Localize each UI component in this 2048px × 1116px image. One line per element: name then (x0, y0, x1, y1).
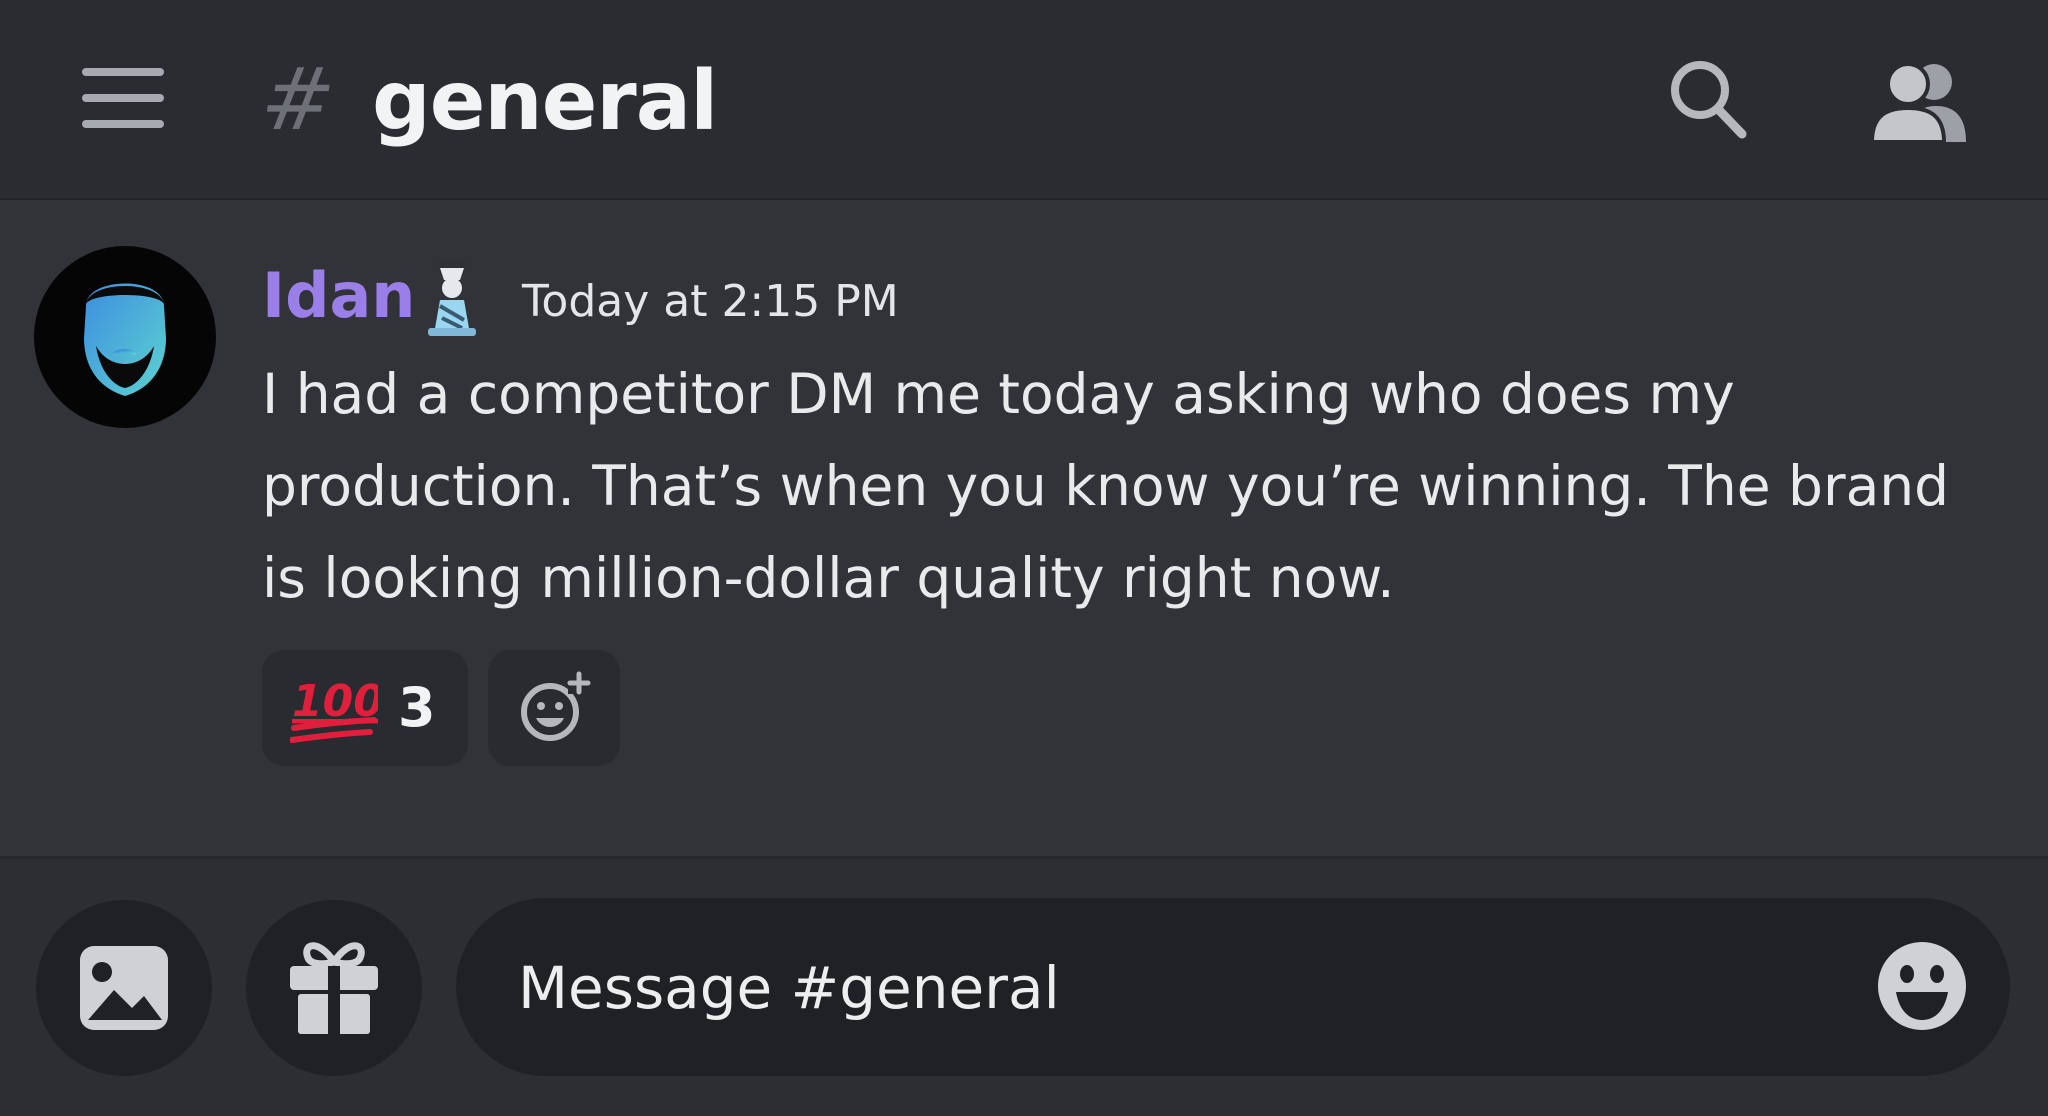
channel-title[interactable]: general (372, 52, 718, 152)
user-avatar[interactable] (34, 246, 216, 428)
message-input[interactable] (516, 932, 1820, 1044)
message-author[interactable]: Idan (262, 258, 415, 334)
search-icon[interactable] (1664, 56, 1754, 146)
add-reaction-icon[interactable] (488, 650, 620, 766)
hamburger-menu-icon[interactable] (82, 68, 166, 130)
reaction-count: 3 (398, 676, 436, 739)
message-content: I had a competitor DM me today asking wh… (262, 362, 1950, 610)
image-icon[interactable] (36, 900, 212, 1076)
hundred-points-emoji-icon: 100 (289, 670, 384, 750)
message-input-container (456, 898, 2010, 1076)
members-icon[interactable] (1868, 56, 1970, 146)
reaction-hundred-points[interactable]: 100 3 (262, 650, 468, 766)
message-timestamp: Today at 2:15 PM (522, 276, 899, 327)
channel-header: # general (0, 0, 2048, 200)
discord-channel-view: # general Idan Today at 2:15 PM I had a … (0, 0, 2048, 1116)
emoji-icon[interactable] (1872, 936, 1972, 1036)
channel-hash-icon: # (254, 50, 342, 150)
gift-icon[interactable] (246, 900, 422, 1076)
role-badge-icon (420, 258, 484, 338)
